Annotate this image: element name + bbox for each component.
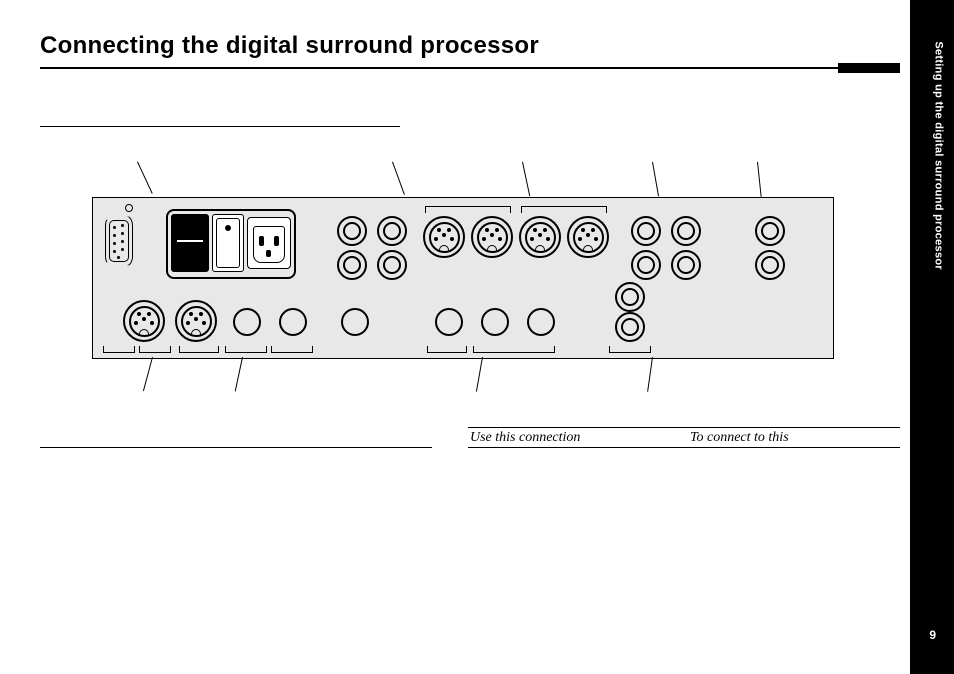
- rca-jack-icon: [755, 216, 785, 246]
- leader-line: [392, 162, 405, 195]
- group-bracket: [103, 346, 135, 353]
- jack-icon: [341, 308, 369, 336]
- din-connector-icon: [567, 216, 609, 258]
- subheading-rule: [40, 126, 400, 127]
- leader-line: [143, 357, 153, 391]
- jack-icon: [233, 308, 261, 336]
- rca-jack-icon: [615, 282, 645, 312]
- rca-jack-icon: [337, 250, 367, 280]
- din-connector-icon: [123, 300, 165, 342]
- rca-jack-icon: [631, 216, 661, 246]
- page-number: 9: [929, 628, 936, 642]
- jack-icon: [279, 308, 307, 336]
- jack-icon: [527, 308, 555, 336]
- power-module-icon: [166, 209, 296, 279]
- rca-jack-icon: [377, 250, 407, 280]
- rca-jack-icon: [337, 216, 367, 246]
- chapter-tab-label: Setting up the digital surround processo…: [933, 41, 945, 270]
- chapter-tab: Setting up the digital surround processo…: [910, 0, 954, 674]
- din-connector-icon: [471, 216, 513, 258]
- rca-jack-icon: [671, 250, 701, 280]
- back-panel: [92, 197, 834, 359]
- table-header-use-this: Use this connection: [470, 430, 580, 446]
- rca-jack-icon: [755, 250, 785, 280]
- rca-jack-icon: [615, 312, 645, 342]
- leader-line: [137, 162, 153, 194]
- leader-line: [757, 162, 762, 197]
- table-header-to-connect: To connect to this: [690, 430, 789, 446]
- table-body-rule: [468, 447, 900, 448]
- group-bracket: [139, 346, 171, 353]
- iec-inlet-icon: [247, 217, 291, 269]
- group-bracket: [225, 346, 267, 353]
- manual-page: Connecting the digital surround processo…: [0, 0, 954, 674]
- table-header-rule: [468, 427, 900, 428]
- led-indicator-icon: [125, 204, 133, 212]
- rca-jack-icon: [377, 216, 407, 246]
- leader-line: [522, 162, 530, 196]
- rca-jack-icon: [671, 216, 701, 246]
- jack-icon: [481, 308, 509, 336]
- rear-panel-diagram: [92, 197, 832, 357]
- left-column-rule: [40, 447, 432, 448]
- group-bracket: [271, 346, 313, 353]
- group-bracket: [179, 346, 219, 353]
- din-connector-icon: [175, 300, 217, 342]
- group-bracket: [609, 346, 651, 353]
- leader-line: [476, 357, 483, 392]
- leader-line: [235, 357, 243, 391]
- page-title: Connecting the digital surround processo…: [40, 32, 539, 60]
- leader-line: [652, 162, 659, 197]
- din-connector-icon: [423, 216, 465, 258]
- power-switch-icon: [212, 214, 244, 272]
- group-bracket: [425, 206, 511, 213]
- rca-jack-icon: [631, 250, 661, 280]
- leader-line: [647, 357, 653, 392]
- fuse-holder-icon: [171, 214, 209, 272]
- din-connector-icon: [519, 216, 561, 258]
- title-accent-bar: [838, 63, 900, 73]
- serial-port-icon: [105, 216, 133, 266]
- group-bracket: [473, 346, 555, 353]
- jack-icon: [435, 308, 463, 336]
- group-bracket: [427, 346, 467, 353]
- title-rule: [40, 67, 900, 69]
- group-bracket: [521, 206, 607, 213]
